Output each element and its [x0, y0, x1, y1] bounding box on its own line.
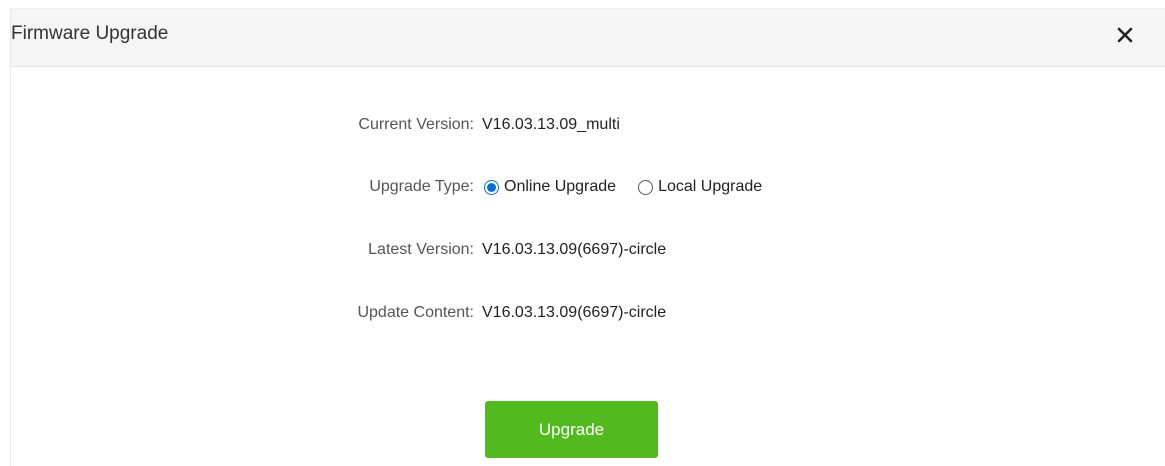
upgrade-button[interactable]: Upgrade: [485, 401, 658, 458]
update-content-label: Update Content:: [357, 304, 474, 321]
update-content-row: Update Content: V16.03.13.09(6697)-circl…: [11, 301, 1165, 325]
latest-version-label: Latest Version:: [368, 241, 474, 258]
dialog-header: Firmware Upgrade: [11, 9, 1165, 67]
online-upgrade-label: Online Upgrade: [504, 178, 617, 195]
upgrade-type-label: Upgrade Type:: [369, 178, 474, 195]
close-icon: [1117, 27, 1133, 43]
firmware-upgrade-dialog: Firmware Upgrade Current Version: V16.03…: [10, 8, 1165, 466]
online-upgrade-radio[interactable]: Online Upgrade: [484, 178, 616, 196]
close-button[interactable]: [1113, 23, 1137, 47]
local-upgrade-label: Local Upgrade: [658, 178, 763, 195]
dialog-title: Firmware Upgrade: [11, 23, 169, 44]
update-content-value: V16.03.13.09(6697)-circle: [482, 304, 667, 321]
upgrade-type-radio-group: Online Upgrade Local Upgrade: [484, 175, 784, 199]
latest-version-row: Latest Version: V16.03.13.09(6697)-circl…: [11, 238, 1165, 262]
current-version-value: V16.03.13.09_multi: [482, 116, 620, 133]
latest-version-value: V16.03.13.09(6697)-circle: [482, 241, 667, 258]
local-upgrade-radio[interactable]: Local Upgrade: [638, 178, 762, 196]
upgrade-type-row: Upgrade Type: Online Upgrade Local Upgra…: [11, 175, 1165, 199]
radio-checked-icon[interactable]: [484, 179, 499, 195]
current-version-label: Current Version:: [358, 116, 474, 133]
radio-unchecked-icon[interactable]: [638, 179, 654, 195]
current-version-row: Current Version: V16.03.13.09_multi: [11, 113, 1165, 137]
